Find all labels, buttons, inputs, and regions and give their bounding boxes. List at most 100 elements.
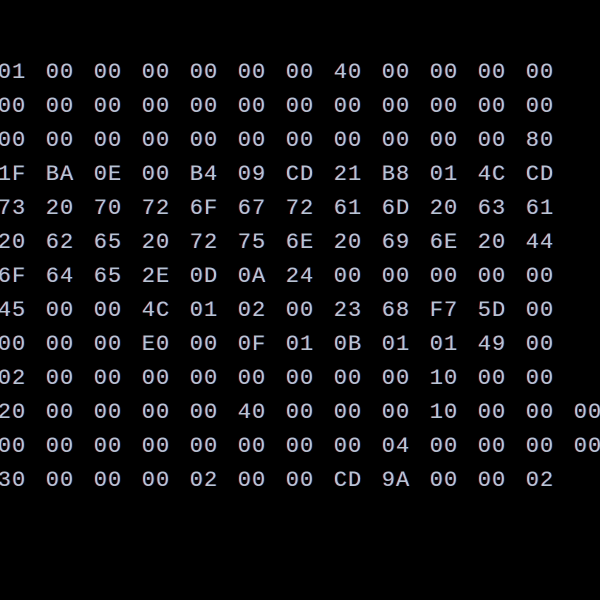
hex-byte: 00 — [44, 94, 76, 119]
hex-byte: 00 — [188, 366, 220, 391]
hex-byte: 0D — [188, 264, 220, 289]
hex-row: 010000000000004000000000 — [0, 60, 600, 85]
hex-byte: 2E — [140, 264, 172, 289]
hex-byte: 20 — [476, 230, 508, 255]
hex-byte: 00 — [332, 128, 364, 153]
hex-byte: 00 — [140, 468, 172, 493]
hex-byte: 00 — [524, 60, 556, 85]
hex-byte: 00 — [428, 468, 460, 493]
hex-byte: 63 — [476, 196, 508, 221]
hex-byte: 00 — [332, 94, 364, 119]
hex-byte: 02 — [188, 468, 220, 493]
hex-byte: 00 — [524, 298, 556, 323]
hex-byte: 00 — [188, 400, 220, 425]
hex-byte: 1F — [0, 162, 28, 187]
hex-byte: 40 — [236, 400, 268, 425]
hex-byte: 00 — [0, 434, 28, 459]
hex-byte: 00 — [140, 94, 172, 119]
hex-byte: 80 — [524, 128, 556, 153]
hex-row: 20000000004000000010000000 — [0, 400, 600, 425]
hex-byte: 00 — [332, 400, 364, 425]
hex-byte: 73 — [0, 196, 28, 221]
hex-byte: 4C — [140, 298, 172, 323]
hex-byte: 20 — [332, 230, 364, 255]
hex-row: 000000E0000F010B01014900 — [0, 332, 600, 357]
hex-byte: 72 — [188, 230, 220, 255]
hex-byte: 00 — [524, 332, 556, 357]
hex-byte: 23 — [332, 298, 364, 323]
hex-byte: 02 — [524, 468, 556, 493]
hex-byte: 00 — [284, 94, 316, 119]
hex-byte: 02 — [236, 298, 268, 323]
hex-byte: 00 — [188, 60, 220, 85]
hex-row: 020000000000000000100000 — [0, 366, 600, 391]
hex-byte: 68 — [380, 298, 412, 323]
hex-byte: 00 — [92, 366, 124, 391]
hex-byte: 65 — [92, 230, 124, 255]
hex-byte: 01 — [428, 332, 460, 357]
hex-byte: 00 — [284, 434, 316, 459]
hex-byte: 20 — [140, 230, 172, 255]
hex-byte: 00 — [44, 434, 76, 459]
hex-byte: 00 — [524, 94, 556, 119]
hex-byte: 00 — [236, 128, 268, 153]
hex-byte: 00 — [380, 60, 412, 85]
hex-byte: 62 — [44, 230, 76, 255]
hex-byte: 4C — [476, 162, 508, 187]
hex-byte: 00 — [188, 128, 220, 153]
hex-byte: 00 — [140, 162, 172, 187]
hex-byte: 00 — [92, 298, 124, 323]
hex-byte: 01 — [428, 162, 460, 187]
hex-byte: 00 — [188, 332, 220, 357]
hex-byte: 00 — [380, 94, 412, 119]
hex-byte: 00 — [476, 366, 508, 391]
hex-row: 2062652072756E20696E2044 — [0, 230, 600, 255]
hex-byte: 00 — [236, 468, 268, 493]
hex-byte: 00 — [140, 400, 172, 425]
hex-byte: 01 — [0, 60, 28, 85]
hex-byte: 00 — [188, 94, 220, 119]
hex-byte: 6E — [428, 230, 460, 255]
hex-byte: 67 — [236, 196, 268, 221]
hex-byte: 0F — [236, 332, 268, 357]
hex-byte: 00 — [524, 400, 556, 425]
hex-byte: 20 — [0, 230, 28, 255]
hex-byte: 00 — [380, 366, 412, 391]
hex-byte: BA — [44, 162, 76, 187]
hex-byte: 30 — [0, 468, 28, 493]
hex-byte: 00 — [236, 434, 268, 459]
hex-byte: 00 — [476, 400, 508, 425]
hex-byte: 00 — [380, 264, 412, 289]
hex-byte: 00 — [284, 400, 316, 425]
hex-byte: 02 — [0, 366, 28, 391]
hex-byte: 00 — [476, 264, 508, 289]
hex-byte: 01 — [380, 332, 412, 357]
hex-row: 1FBA0E00B409CD21B8014CCD — [0, 162, 600, 187]
hex-byte: 00 — [0, 94, 28, 119]
hex-byte: 10 — [428, 366, 460, 391]
hex-byte: 00 — [332, 366, 364, 391]
hex-byte: 75 — [236, 230, 268, 255]
hex-byte: 00 — [92, 332, 124, 357]
hex-byte: 20 — [44, 196, 76, 221]
hex-byte: 00 — [524, 434, 556, 459]
hex-row: 000000000000000000000000 — [0, 94, 600, 119]
hex-byte: 45 — [0, 298, 28, 323]
hex-byte: 69 — [380, 230, 412, 255]
hex-byte: 00 — [236, 60, 268, 85]
hex-byte: 00 — [44, 400, 76, 425]
hex-byte: 21 — [332, 162, 364, 187]
hex-byte: 00 — [476, 468, 508, 493]
hex-byte: 6F — [188, 196, 220, 221]
hex-byte: 00 — [92, 94, 124, 119]
hex-byte: 00 — [92, 128, 124, 153]
hex-byte: 00 — [44, 298, 76, 323]
hex-byte: 00 — [284, 468, 316, 493]
hex-byte: 04 — [380, 434, 412, 459]
hex-byte: CD — [524, 162, 556, 187]
hex-byte: 00 — [0, 332, 28, 357]
hex-row: 000000000000000000000080 — [0, 128, 600, 153]
hex-byte: 24 — [284, 264, 316, 289]
hex-byte: 00 — [140, 366, 172, 391]
hex-byte: 00 — [140, 434, 172, 459]
